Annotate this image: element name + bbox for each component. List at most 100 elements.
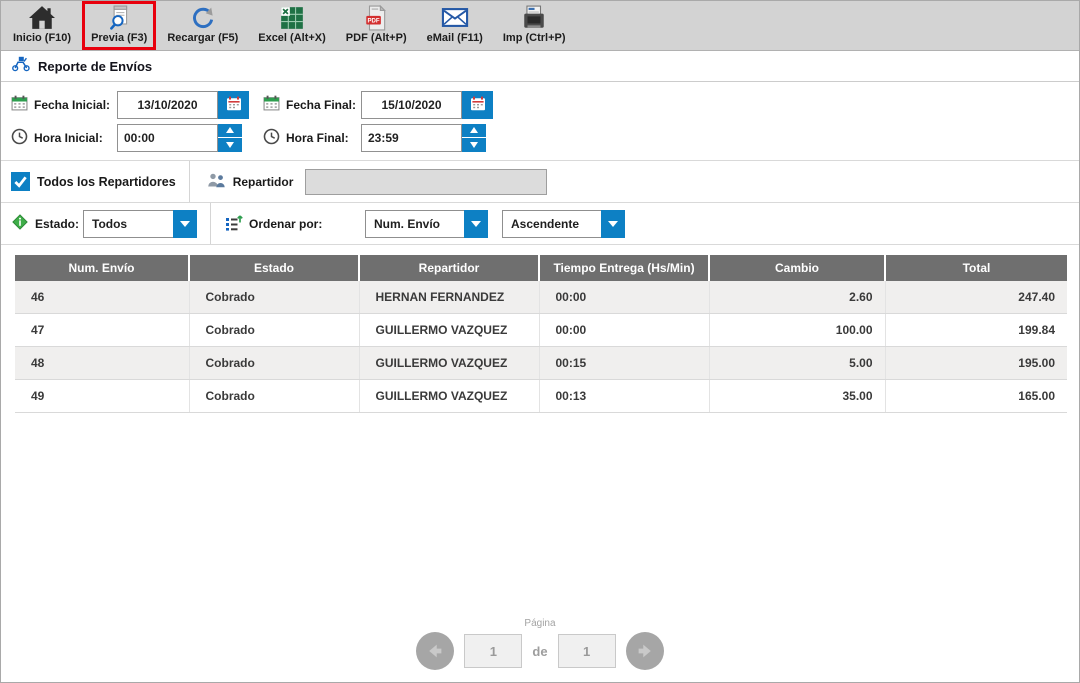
email-button[interactable]: eMail (F11)	[418, 1, 492, 50]
total-pages-input[interactable]	[558, 634, 616, 668]
hora-final-spinner	[462, 124, 486, 152]
repartidor-labelgroup: Repartidor	[206, 172, 294, 192]
page-of-label: de	[532, 644, 547, 659]
column-header-num-envio[interactable]: Num. Envío	[15, 255, 189, 281]
cell-repartidor: GUILLERMO VAZQUEZ	[359, 380, 539, 413]
hora-final-down-button[interactable]	[462, 138, 486, 152]
cell-num-envio: 47	[15, 314, 189, 347]
orden-direccion-dropdown[interactable]: Ascendente	[502, 210, 625, 238]
orden-filter-section: Estado: Todos Ordenar por:	[1, 203, 1079, 245]
cell-total: 247.40	[885, 281, 1067, 314]
calendar-picker-icon	[470, 96, 486, 114]
ordenar-por-label: Ordenar por:	[249, 217, 322, 231]
hora-final-label: Hora Final:	[286, 131, 349, 145]
toolbar: Inicio (F10) Previa (F3)	[1, 1, 1079, 51]
column-header-estado[interactable]: Estado	[189, 255, 359, 281]
page-title: Reporte de Envíos	[38, 59, 152, 74]
chevron-down-icon	[608, 221, 618, 227]
imprimir-button[interactable]: Imp (Ctrl+P)	[494, 1, 575, 50]
estado-label: Estado:	[35, 217, 79, 231]
fecha-final-calendar-button[interactable]	[462, 91, 493, 119]
hora-inicial-up-button[interactable]	[218, 124, 242, 138]
delivery-scooter-icon	[11, 55, 31, 77]
excel-button[interactable]: Excel (Alt+X)	[249, 1, 335, 50]
fecha-inicial-input[interactable]	[117, 91, 218, 119]
cell-num-envio: 46	[15, 281, 189, 314]
vertical-divider	[189, 161, 190, 202]
pdf-button[interactable]: PDF PDF (Alt+P)	[337, 1, 416, 50]
hora-final-input[interactable]	[361, 124, 462, 152]
inicio-label: Inicio (F10)	[13, 32, 71, 44]
pdf-icon: PDF	[364, 4, 388, 31]
hora-final-labelgroup: Hora Final:	[263, 128, 361, 148]
clock-icon	[11, 128, 28, 148]
cell-cambio: 2.60	[709, 281, 885, 314]
hora-inicial-label: Hora Inicial:	[34, 131, 103, 145]
cell-cambio: 5.00	[709, 347, 885, 380]
info-diamond-icon	[11, 213, 29, 234]
fecha-final-label: Fecha Final:	[286, 98, 356, 112]
table-row[interactable]: 49 Cobrado GUILLERMO VAZQUEZ 00:13 35.00…	[15, 380, 1067, 413]
chevron-down-icon	[471, 221, 481, 227]
email-icon	[441, 4, 469, 31]
fecha-inicial-labelgroup: Fecha Inicial:	[11, 95, 117, 114]
checkmark-icon	[13, 175, 28, 188]
clock-icon	[263, 128, 280, 148]
cell-tiempo-entrega: 00:00	[539, 281, 709, 314]
fecha-final-input[interactable]	[361, 91, 462, 119]
vertical-divider	[210, 203, 211, 244]
table-row[interactable]: 47 Cobrado GUILLERMO VAZQUEZ 00:00 100.0…	[15, 314, 1067, 347]
column-header-repartidor[interactable]: Repartidor	[359, 255, 539, 281]
arrow-down-icon	[226, 142, 234, 148]
column-header-tiempo-entrega[interactable]: Tiempo Entrega (Hs/Min)	[539, 255, 709, 281]
cell-estado: Cobrado	[189, 281, 359, 314]
repartidor-label: Repartidor	[233, 175, 294, 189]
table-row[interactable]: 46 Cobrado HERNAN FERNANDEZ 00:00 2.60 2…	[15, 281, 1067, 314]
fecha-inicial-calendar-button[interactable]	[218, 91, 249, 119]
previous-page-button[interactable]	[416, 632, 454, 670]
fecha-inicial-label: Fecha Inicial:	[34, 98, 110, 112]
table-header: Num. Envío Estado Repartidor Tiempo Entr…	[15, 255, 1067, 281]
hora-final-up-button[interactable]	[462, 124, 486, 138]
hora-inicial-input[interactable]	[117, 124, 218, 152]
estado-dropdown-button[interactable]	[173, 210, 197, 238]
excel-label: Excel (Alt+X)	[258, 32, 326, 44]
ordenar-por-dropdown-button[interactable]	[464, 210, 488, 238]
hora-inicial-down-button[interactable]	[218, 138, 242, 152]
people-icon	[206, 172, 227, 192]
calendar-picker-icon	[226, 96, 242, 114]
cell-tiempo-entrega: 00:00	[539, 314, 709, 347]
cell-cambio: 100.00	[709, 314, 885, 347]
inicio-button[interactable]: Inicio (F10)	[4, 1, 80, 50]
pagination: Página de	[1, 618, 1079, 670]
svg-text:PDF: PDF	[368, 18, 380, 24]
estado-dropdown-value: Todos	[83, 210, 173, 238]
repartidor-input[interactable]	[305, 169, 547, 195]
cell-repartidor: GUILLERMO VAZQUEZ	[359, 347, 539, 380]
next-page-button[interactable]	[626, 632, 664, 670]
recargar-button[interactable]: Recargar (F5)	[158, 1, 247, 50]
orden-direccion-dropdown-value: Ascendente	[502, 210, 601, 238]
ordenar-labelgroup: Ordenar por:	[225, 214, 365, 234]
previa-label: Previa (F3)	[91, 32, 147, 44]
column-header-cambio[interactable]: Cambio	[709, 255, 885, 281]
printer-icon	[521, 4, 547, 31]
cell-total: 199.84	[885, 314, 1067, 347]
ordenar-por-dropdown[interactable]: Num. Envío	[365, 210, 488, 238]
current-page-input[interactable]	[464, 634, 522, 668]
envios-table: Num. Envío Estado Repartidor Tiempo Entr…	[15, 255, 1067, 413]
todos-repartidores-checkbox[interactable]	[11, 172, 30, 191]
column-header-total[interactable]: Total	[885, 255, 1067, 281]
cell-tiempo-entrega: 00:15	[539, 347, 709, 380]
cell-cambio: 35.00	[709, 380, 885, 413]
arrow-left-icon	[424, 640, 446, 662]
hora-inicial-labelgroup: Hora Inicial:	[11, 128, 117, 148]
orden-direccion-dropdown-button[interactable]	[601, 210, 625, 238]
table-row[interactable]: 48 Cobrado GUILLERMO VAZQUEZ 00:15 5.00 …	[15, 347, 1067, 380]
previa-button[interactable]: Previa (F3)	[82, 1, 156, 50]
estado-dropdown[interactable]: Todos	[83, 210, 197, 238]
cell-total: 165.00	[885, 380, 1067, 413]
excel-icon	[279, 4, 305, 31]
todos-repartidores-label: Todos los Repartidores	[37, 175, 176, 189]
ordenar-por-dropdown-value: Num. Envío	[365, 210, 464, 238]
